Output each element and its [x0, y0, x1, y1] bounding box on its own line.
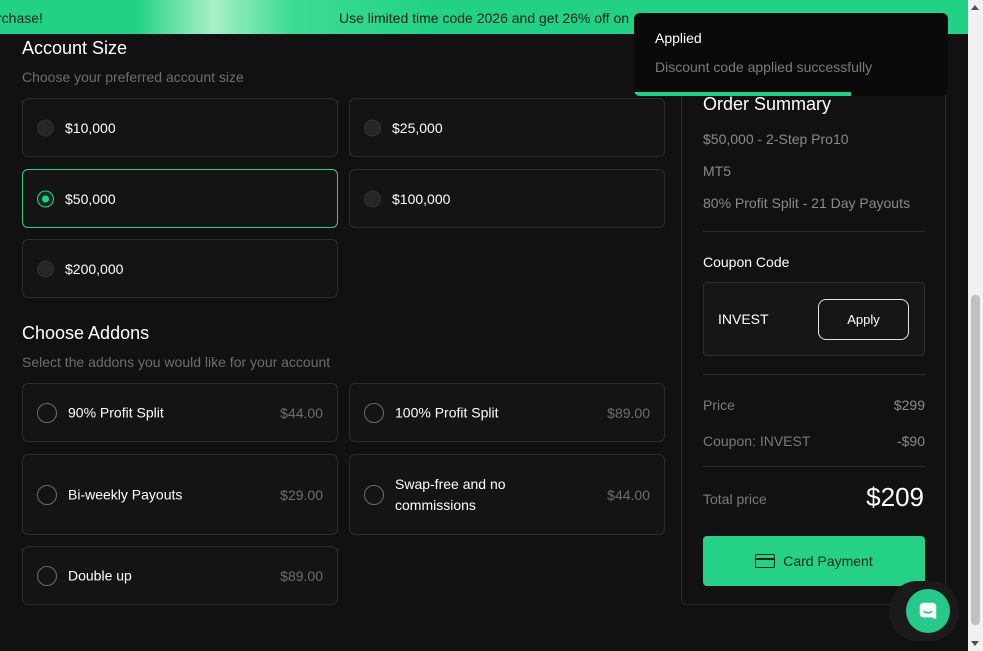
addon-100-profit-split[interactable]: 100% Profit Split $89.00 — [349, 383, 665, 442]
price-row: Price $299 — [703, 397, 925, 413]
divider — [703, 466, 925, 467]
summary-plan: $50,000 - 2-Step Pro10 — [703, 131, 849, 147]
addon-label: Double up — [68, 567, 132, 583]
banner-text-left: rchase! — [0, 10, 43, 26]
radio-button[interactable] — [364, 190, 381, 207]
coupon-code-label: Coupon Code — [703, 254, 790, 270]
account-size-option-10000[interactable]: $10,000 — [22, 98, 338, 157]
discount-label: Coupon: INVEST — [703, 433, 811, 449]
price-label: Price — [703, 397, 735, 413]
radio-button[interactable] — [364, 484, 384, 505]
addons-subtitle: Select the addons you would like for you… — [22, 354, 331, 370]
addon-price: $29.00 — [280, 486, 323, 503]
summary-profit-split: 80% Profit Split - 21 Day Payouts — [703, 195, 910, 211]
radio-button-checked[interactable] — [37, 190, 54, 207]
banner-text-center: Use limited time code 2026 and get 26% o… — [339, 10, 630, 26]
option-label: $50,000 — [65, 190, 116, 207]
radio-button[interactable] — [37, 119, 54, 136]
order-summary-title: Order Summary — [703, 94, 832, 114]
card-payment-label: Card Payment — [783, 553, 873, 569]
addon-swap-free[interactable]: Swap-free and no commissions $44.00 — [349, 454, 665, 535]
toast-title: Applied — [655, 30, 702, 46]
account-size-option-200000[interactable]: $200,000 — [22, 239, 338, 298]
addons-title: Choose Addons — [22, 323, 150, 343]
addon-price: $89.00 — [280, 567, 323, 584]
addon-90-profit-split[interactable]: 90% Profit Split $44.00 — [22, 383, 338, 442]
coupon-input-value[interactable]: INVEST — [718, 311, 769, 327]
divider — [703, 231, 925, 232]
account-size-option-100000[interactable]: $100,000 — [349, 169, 665, 228]
card-payment-button[interactable]: Card Payment — [703, 536, 925, 586]
coupon-input-box[interactable]: INVEST Apply — [703, 282, 925, 356]
divider — [703, 374, 925, 375]
addon-bi-weekly-payouts[interactable]: Bi-weekly Payouts $29.00 — [22, 454, 338, 535]
scrollbar-thumb[interactable] — [971, 295, 980, 625]
scroll-down-arrow-icon[interactable] — [971, 641, 979, 646]
total-price-value: $209 — [866, 482, 924, 512]
toast-message: Discount code applied successfully — [655, 59, 873, 75]
option-label: $10,000 — [65, 119, 116, 136]
radio-button[interactable] — [37, 402, 57, 423]
option-label: $200,000 — [65, 260, 124, 277]
addon-label: 100% Profit Split — [395, 404, 499, 420]
addon-double-up[interactable]: Double up $89.00 — [22, 546, 338, 605]
option-label: $100,000 — [392, 190, 451, 207]
addon-label: 90% Profit Split — [68, 404, 164, 420]
price-value: $299 — [893, 397, 925, 413]
addon-label: Swap-free and no commissions — [395, 475, 506, 513]
toast-notification[interactable]: Applied Discount code applied successful… — [634, 13, 948, 96]
order-summary-panel: Order Summary $50,000 - 2-Step Pro10 MT5… — [681, 40, 946, 605]
option-label: $25,000 — [392, 119, 443, 136]
account-size-option-25000[interactable]: $25,000 — [349, 98, 665, 157]
radio-button[interactable] — [37, 260, 54, 277]
total-price-label: Total price — [703, 491, 767, 507]
vertical-scrollbar[interactable] — [968, 0, 983, 651]
addon-label: Bi-weekly Payouts — [68, 486, 183, 502]
account-size-option-50000[interactable]: $50,000 — [22, 169, 338, 228]
addon-price: $44.00 — [607, 486, 650, 503]
account-size-subtitle: Choose your preferred account size — [22, 69, 244, 85]
addon-price: $89.00 — [607, 404, 650, 421]
summary-platform: MT5 — [703, 163, 731, 179]
discount-value: -$90 — [896, 433, 925, 449]
radio-button[interactable] — [364, 402, 384, 423]
discount-row: Coupon: INVEST -$90 — [703, 433, 925, 449]
toast-progress-bar — [634, 92, 851, 96]
radio-button[interactable] — [37, 484, 57, 505]
chat-icon — [919, 602, 937, 620]
scroll-up-arrow-icon[interactable] — [971, 5, 979, 10]
radio-button[interactable] — [364, 119, 381, 136]
apply-coupon-button[interactable]: Apply — [818, 299, 909, 340]
chat-launcher-button[interactable] — [906, 589, 950, 633]
account-size-title: Account Size — [22, 38, 128, 58]
credit-card-icon — [755, 554, 776, 568]
addon-price: $44.00 — [280, 404, 323, 421]
radio-button[interactable] — [37, 565, 57, 586]
